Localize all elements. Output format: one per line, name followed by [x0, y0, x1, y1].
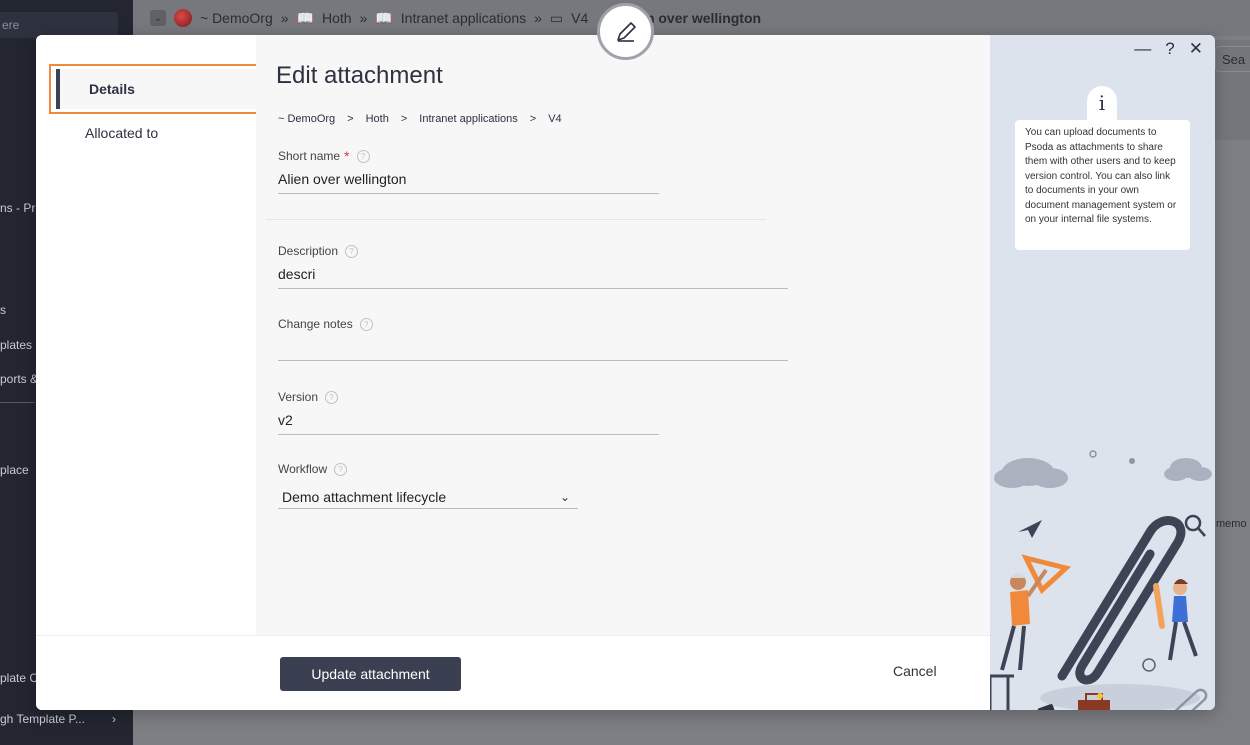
breadcrumb-folder[interactable]: Hoth	[322, 10, 352, 26]
form-panel: Edit attachment ~ DemoOrg > Hoth > Intra…	[256, 35, 1209, 635]
breadcrumb-separator: >	[529, 113, 537, 125]
description-field[interactable]: descri	[278, 266, 788, 289]
pencil-icon	[616, 21, 636, 42]
background-sidebar-item[interactable]: s	[0, 303, 6, 317]
attachment-illustration	[990, 450, 1212, 710]
short-name-label: Short name * ?	[278, 148, 370, 164]
chevron-right-icon[interactable]: ›	[112, 712, 116, 726]
breadcrumb-item[interactable]: Intranet applications	[419, 113, 517, 125]
nav-item-allocated-to[interactable]: Allocated to	[56, 113, 259, 153]
cancel-button[interactable]: Cancel	[893, 663, 937, 679]
breadcrumb-separator-icon: »	[359, 10, 368, 26]
org-logo-icon	[174, 9, 192, 27]
table-icon	[990, 674, 1014, 710]
magnifier-icon	[1184, 514, 1206, 537]
person-icon	[1153, 579, 1198, 661]
nav-highlight-outline	[49, 64, 262, 114]
workflow-select[interactable]: Demo attachment lifecycle ⌄	[278, 485, 578, 509]
breadcrumb-org[interactable]: ~ DemoOrg	[200, 10, 273, 26]
background-sidebar-item[interactable]: gh Template P...	[0, 712, 85, 726]
info-panel: — ? ✕ i You can upload documents to Psod…	[990, 35, 1215, 710]
help-icon[interactable]: ?	[334, 462, 348, 476]
book-icon: 📖	[296, 9, 314, 26]
version-field[interactable]: v2	[278, 412, 659, 435]
breadcrumb-version[interactable]: V4	[571, 10, 588, 26]
breadcrumb-folder[interactable]: Intranet applications	[401, 10, 526, 26]
info-text: You can upload documents to Psoda as att…	[1015, 120, 1190, 250]
close-icon[interactable]: ✕	[1189, 39, 1203, 59]
change-notes-label: Change notes ?	[278, 317, 373, 331]
window-icon: ▭	[549, 9, 564, 26]
breadcrumb-item[interactable]: ~ DemoOrg	[278, 113, 335, 125]
modal-nav: Details Allocated to	[36, 35, 262, 635]
workflow-label: Workflow ?	[278, 462, 348, 476]
short-name-field[interactable]: Alien over wellington	[278, 171, 659, 194]
breadcrumb-separator: >	[347, 113, 354, 125]
workflow-select-value: Demo attachment lifecycle	[282, 488, 447, 505]
chevron-down-icon[interactable]: ⌄	[150, 10, 166, 26]
info-icon: i	[1087, 86, 1117, 120]
edit-attachment-modal: Details Allocated to Edit attachment ~ D…	[36, 35, 1215, 710]
field-label-text: Description	[278, 244, 339, 258]
cloud-icon	[994, 458, 1068, 488]
background-sidebar-divider	[0, 402, 35, 403]
breadcrumb: ~ DemoOrg > Hoth > Intranet applications…	[278, 113, 562, 125]
help-icon[interactable]: ?	[325, 390, 339, 404]
breadcrumb-item[interactable]: V4	[548, 113, 561, 125]
modal-footer: Update attachment Cancel	[36, 635, 990, 710]
breadcrumb-separator-icon: »	[280, 10, 289, 26]
background-memo-text: memo	[1216, 518, 1247, 530]
breadcrumb-item[interactable]: Hoth	[366, 113, 389, 125]
help-icon[interactable]: ?	[359, 317, 373, 331]
nav-item-label: Allocated to	[85, 125, 159, 141]
field-label-text: Short name	[278, 149, 341, 163]
paperclip-icon	[1057, 516, 1186, 685]
required-asterisk-icon: *	[344, 148, 350, 164]
background-sidebar-item[interactable]: plate C	[0, 671, 38, 685]
update-attachment-button[interactable]: Update attachment	[280, 657, 461, 691]
breadcrumb-current: ien over wellington	[634, 10, 762, 26]
field-label-text: Version	[278, 390, 319, 404]
book-icon: 📖	[375, 9, 393, 26]
description-label: Description ?	[278, 244, 359, 258]
edit-badge	[597, 3, 654, 60]
background-sidebar-item[interactable]: plates	[0, 338, 32, 352]
help-icon[interactable]: ?	[345, 244, 359, 258]
breadcrumb-separator-icon: »	[534, 10, 542, 26]
background-search-box[interactable]: Sea	[1215, 46, 1250, 72]
paper-plane-icon	[1018, 520, 1042, 538]
chevron-down-icon: ⌄	[559, 489, 570, 504]
background-sidebar-item[interactable]: place	[0, 463, 29, 477]
section-divider	[266, 219, 766, 220]
breadcrumb-separator: >	[400, 113, 408, 125]
page-title: Edit attachment	[276, 62, 443, 89]
window-controls: — ? ✕	[1134, 39, 1203, 59]
cloud-icon	[1164, 458, 1212, 481]
field-label-text: Change notes	[278, 317, 353, 331]
background-breadcrumb: ⌄ ~ DemoOrg » 📖 Hoth » 📖 Intranet applic…	[150, 9, 761, 27]
minimize-icon[interactable]: —	[1134, 39, 1151, 59]
change-notes-field[interactable]	[278, 339, 788, 361]
help-icon[interactable]: ?	[1165, 39, 1174, 59]
field-label-text: Workflow	[278, 462, 328, 476]
help-icon[interactable]: ?	[356, 149, 370, 163]
version-label: Version ?	[278, 390, 339, 404]
background-sidebar-item[interactable]: ports &	[0, 372, 38, 386]
